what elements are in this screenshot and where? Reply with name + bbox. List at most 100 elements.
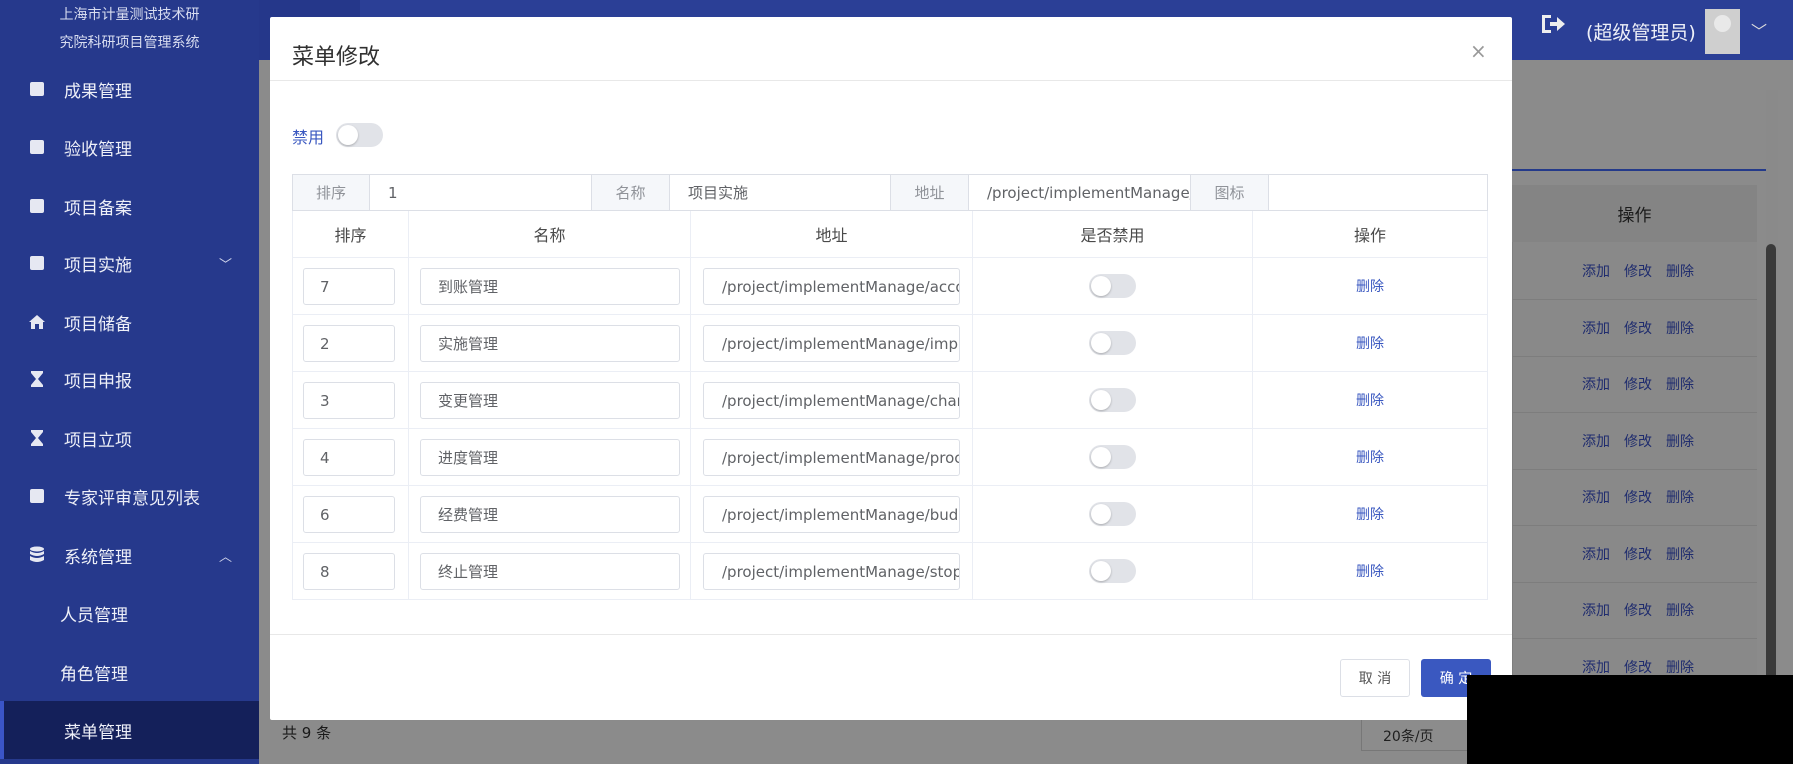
tab-underline — [1512, 169, 1768, 171]
sidebar-item-roles[interactable]: 角色管理 — [0, 643, 259, 701]
sidebar-item-system[interactable]: 系统管理 ︿ — [0, 526, 259, 584]
table-row: 添加 修改 删除 — [1512, 582, 1757, 639]
path-input[interactable]: /project/implementManage/budge — [703, 496, 960, 533]
delete-link[interactable]: 删除 — [1666, 261, 1694, 281]
divider — [270, 634, 1512, 635]
system-title: 上海市计量测试技术研 究院科研项目管理系统 — [0, 0, 259, 62]
total-count: 共 9 条 — [282, 724, 332, 742]
add-link[interactable]: 添加 — [1582, 318, 1610, 338]
path-input[interactable]: /project/implementManage/stopL — [703, 553, 960, 590]
cancel-button[interactable]: 取 消 — [1340, 659, 1410, 697]
disable-toggle[interactable] — [1089, 559, 1136, 583]
delete-link[interactable]: 删除 — [1666, 487, 1694, 507]
delete-link[interactable]: 删除 — [1666, 318, 1694, 338]
order-input[interactable]: 6 — [303, 496, 395, 533]
sidebar-item-achievements[interactable]: 成果管理 — [0, 60, 259, 118]
avatar[interactable] — [1705, 9, 1740, 54]
edit-link[interactable]: 修改 — [1624, 261, 1652, 281]
disable-label: 禁用 — [292, 128, 325, 147]
disable-toggle[interactable] — [1089, 331, 1136, 355]
delete-link[interactable]: 删除 — [1356, 390, 1384, 410]
logout-icon[interactable] — [1540, 12, 1568, 40]
name-input[interactable]: 项目实施 — [670, 175, 891, 210]
delete-link[interactable]: 删除 — [1356, 333, 1384, 353]
table-row: 添加 修改 删除 — [1512, 526, 1757, 583]
add-link[interactable]: 添加 — [1582, 487, 1610, 507]
sidebar-item-menus[interactable]: 菜单管理 — [0, 701, 259, 759]
user-role: (超级管理员) — [1586, 22, 1696, 44]
order-input[interactable]: 3 — [303, 382, 395, 419]
path-label: 地址 — [891, 175, 969, 210]
edit-link[interactable]: 修改 — [1624, 544, 1652, 564]
sidebar-item-approval[interactable]: 项目立项 — [0, 409, 259, 467]
add-link[interactable]: 添加 — [1582, 431, 1610, 451]
sidebar-item-reserve[interactable]: 项目储备 — [0, 293, 259, 351]
chevron-down-icon[interactable]: ﹀ — [1751, 18, 1767, 42]
add-link[interactable]: 添加 — [1582, 600, 1610, 620]
sidebar-item-users[interactable]: 人员管理 — [0, 584, 259, 642]
add-link[interactable]: 添加 — [1582, 544, 1610, 564]
menu-edit-dialog: 菜单修改 × 禁用 排序 1 名称 项目实施 地址 /project/imple… — [270, 17, 1512, 720]
scrollbar-thumb[interactable] — [1766, 244, 1776, 684]
sidebar-item-filing[interactable]: 项目备案 — [0, 177, 259, 235]
disable-toggle[interactable] — [1089, 445, 1136, 469]
ops-column-header: 操作 — [1512, 185, 1757, 242]
name-input[interactable]: 到账管理 — [420, 268, 680, 305]
order-input[interactable]: 7 — [303, 268, 395, 305]
table-row: 8 终止管理 /project/implementManage/stopL 删除 — [292, 543, 1488, 600]
add-link[interactable]: 添加 — [1582, 261, 1610, 281]
sidebar-item-label: 角色管理 — [60, 664, 128, 685]
delete-link[interactable]: 删除 — [1666, 600, 1694, 620]
sidebar-item-label: 专家评审意见列表 — [64, 488, 200, 509]
col-disabled: 是否禁用 — [973, 211, 1253, 257]
disable-toggle[interactable] — [336, 123, 383, 147]
order-input[interactable]: 4 — [303, 439, 395, 476]
sidebar-item-declaration[interactable]: 项目申报 — [0, 350, 259, 408]
sidebar-item-acceptance[interactable]: 验收管理 — [0, 118, 259, 176]
name-input[interactable]: 实施管理 — [420, 325, 680, 362]
icon-label: 图标 — [1191, 175, 1269, 210]
icon-input[interactable] — [1269, 175, 1487, 210]
path-input[interactable]: /project/implementManage/proce — [703, 439, 960, 476]
sidebar-item-expert-review[interactable]: 专家评审意见列表 — [0, 467, 259, 525]
order-input[interactable]: 8 — [303, 553, 395, 590]
add-link[interactable]: 添加 — [1582, 657, 1610, 677]
delete-link[interactable]: 删除 — [1666, 657, 1694, 677]
delete-link[interactable]: 删除 — [1356, 276, 1384, 296]
path-input[interactable]: /project/implementManage/accou — [703, 268, 960, 305]
sidebar-item-implementation[interactable]: 项目实施 ﹀ — [0, 234, 259, 292]
edit-link[interactable]: 修改 — [1624, 657, 1652, 677]
order-input[interactable]: 2 — [303, 325, 395, 362]
delete-link[interactable]: 删除 — [1356, 504, 1384, 524]
edit-link[interactable]: 修改 — [1624, 431, 1652, 451]
edit-link[interactable]: 修改 — [1624, 600, 1652, 620]
delete-link[interactable]: 删除 — [1356, 561, 1384, 581]
page-size-select[interactable]: 20条/页 — [1361, 717, 1481, 751]
col-actions: 操作 — [1253, 211, 1488, 257]
add-link[interactable]: 添加 — [1582, 374, 1610, 394]
order-input[interactable]: 1 — [370, 175, 592, 210]
name-input[interactable]: 终止管理 — [420, 553, 680, 590]
disable-toggle[interactable] — [1089, 502, 1136, 526]
sidebar-item-label: 项目储备 — [64, 314, 132, 335]
path-input[interactable]: /project/implementManage/chang — [703, 382, 960, 419]
square-icon — [28, 487, 46, 505]
hourglass-icon — [28, 429, 46, 447]
delete-link[interactable]: 删除 — [1356, 447, 1384, 467]
square-icon — [28, 197, 46, 215]
disable-toggle[interactable] — [1089, 274, 1136, 298]
path-input[interactable]: /project/implementManage/imple — [703, 325, 960, 362]
close-icon[interactable]: × — [1470, 39, 1487, 63]
edit-link[interactable]: 修改 — [1624, 487, 1652, 507]
name-input[interactable]: 变更管理 — [420, 382, 680, 419]
delete-link[interactable]: 删除 — [1666, 374, 1694, 394]
edit-link[interactable]: 修改 — [1624, 318, 1652, 338]
name-input[interactable]: 经费管理 — [420, 496, 680, 533]
path-input[interactable]: /project/implementManage/i — [969, 175, 1191, 210]
edit-link[interactable]: 修改 — [1624, 374, 1652, 394]
disable-toggle[interactable] — [1089, 388, 1136, 412]
delete-link[interactable]: 删除 — [1666, 544, 1694, 564]
hourglass-icon — [28, 370, 46, 388]
delete-link[interactable]: 删除 — [1666, 431, 1694, 451]
name-input[interactable]: 进度管理 — [420, 439, 680, 476]
